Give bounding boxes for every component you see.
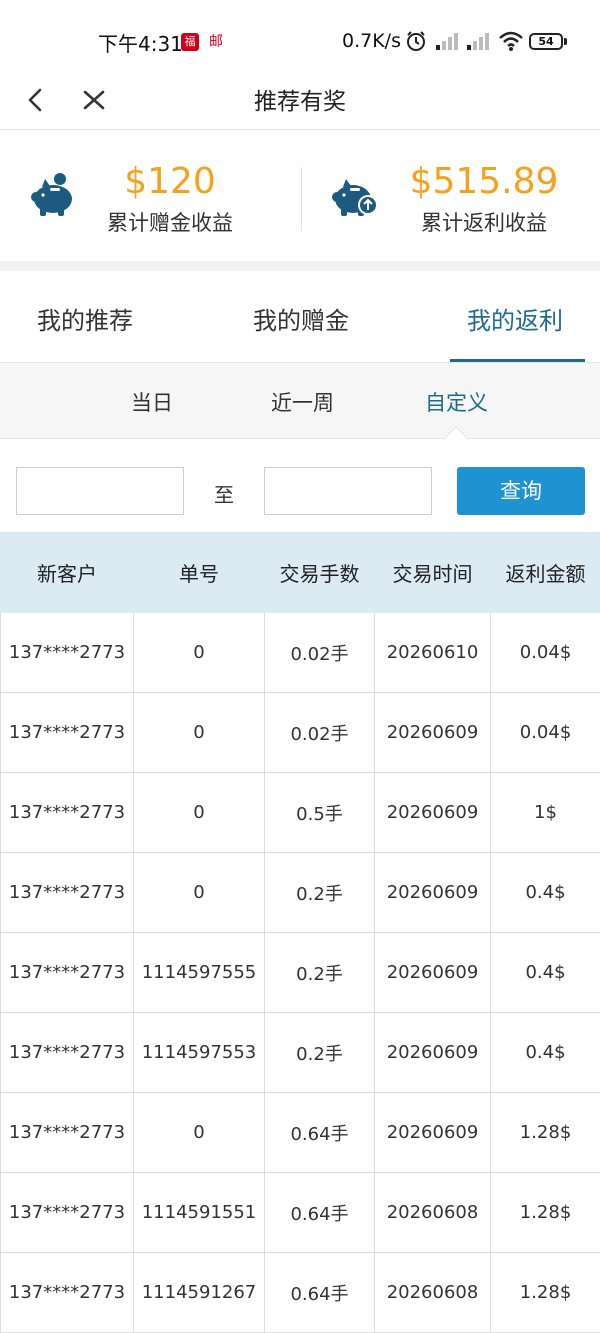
cell-client: 137****2773 [0, 1172, 134, 1253]
cell-order-no: 0 [133, 852, 265, 933]
cell-trade-time: 20260609 [374, 1012, 491, 1093]
rebate-table: 新客户 单号 交易手数 交易时间 返利金额 137****2773 0 0.02… [0, 532, 600, 1333]
table-row: 137****2773 1114591267 0.64手 20260608 1.… [0, 1252, 600, 1333]
date-separator: 至 [214, 483, 234, 507]
cell-lots: 0.02手 [264, 692, 375, 773]
tab-bar: 我的推荐 我的赠金 我的返利 [0, 271, 600, 363]
notification-app-icon: 福 [181, 33, 199, 51]
end-date-input[interactable] [264, 467, 432, 515]
cell-order-no: 1114591267 [133, 1252, 265, 1333]
cell-order-no: 1114597555 [133, 932, 265, 1013]
period-custom[interactable]: 自定义 [425, 387, 488, 417]
alarm-icon [407, 31, 425, 51]
table-row: 137****2773 1114591551 0.64手 20260608 1.… [0, 1172, 600, 1253]
cell-lots: 0.2手 [264, 852, 375, 933]
cell-trade-time: 20260610 [374, 612, 491, 693]
cell-client: 137****2773 [0, 1012, 134, 1093]
query-button[interactable]: 查询 [457, 467, 585, 515]
table-header-row: 新客户 单号 交易手数 交易时间 返利金额 [0, 532, 600, 613]
tab-my-rebates[interactable]: 我的返利 [467, 301, 563, 336]
cell-trade-time: 20260609 [374, 1092, 491, 1173]
cell-rebate: 1.28$ [490, 1172, 600, 1253]
app-header: 推荐有奖 [0, 70, 600, 130]
period-today[interactable]: 当日 [131, 387, 173, 417]
cell-rebate: 0.04$ [490, 612, 600, 693]
tab-my-referrals[interactable]: 我的推荐 [37, 301, 133, 336]
table-row: 137****2773 0 0.02手 20260610 0.04$ [0, 612, 600, 693]
page-title: 推荐有奖 [254, 89, 346, 115]
battery-icon: 54 [529, 33, 563, 50]
cell-rebate: 1.28$ [490, 1092, 600, 1173]
piggy-bank-icon [31, 173, 72, 216]
cell-lots: 0.2手 [264, 932, 375, 1013]
tab-my-gifts[interactable]: 我的赠金 [253, 301, 349, 336]
cell-rebate: 0.4$ [490, 852, 600, 933]
active-tab-indicator [450, 359, 585, 362]
cell-rebate: 0.4$ [490, 1012, 600, 1093]
start-date-input[interactable] [16, 467, 184, 515]
col-header-rebate-amount: 返利金额 [490, 532, 600, 613]
period-filter: 当日 近一周 自定义 [0, 363, 600, 452]
gift-earnings-card: $120 累计赠金收益 [0, 131, 300, 261]
cell-rebate: 0.4$ [490, 932, 600, 1013]
cell-trade-time: 20260608 [374, 1252, 491, 1333]
table-row: 137****2773 0 0.2手 20260609 0.4$ [0, 852, 600, 933]
status-bar: 下午4:31 福 邮 0.7K/s 54 [0, 0, 600, 70]
cell-trade-time: 20260609 [374, 932, 491, 1013]
signal-icon [436, 33, 458, 50]
cell-rebate: 1$ [490, 772, 600, 853]
cell-rebate: 0.04$ [490, 692, 600, 773]
rebate-earnings-card: $515.89 累计返利收益 [300, 131, 600, 261]
cell-trade-time: 20260608 [374, 1172, 491, 1253]
cell-client: 137****2773 [0, 612, 134, 693]
cell-trade-time: 20260609 [374, 692, 491, 773]
cell-rebate: 1.28$ [490, 1252, 600, 1333]
gift-earnings-label: 累计赠金收益 [107, 211, 233, 235]
cell-order-no: 0 [133, 772, 265, 853]
cell-client: 137****2773 [0, 932, 134, 1013]
cell-lots: 0.64手 [264, 1172, 375, 1253]
earnings-summary: $120 累计赠金收益 $515.89 累计返利收益 [0, 131, 600, 261]
cell-order-no: 0 [133, 692, 265, 773]
wifi-icon [499, 31, 523, 51]
cell-trade-time: 20260609 [374, 772, 491, 853]
cell-order-no: 0 [133, 1092, 265, 1173]
cell-trade-time: 20260609 [374, 852, 491, 933]
table-row: 137****2773 0 0.02手 20260609 0.04$ [0, 692, 600, 773]
table-row: 137****2773 1114597553 0.2手 20260609 0.4… [0, 1012, 600, 1093]
date-range-row: 至 查询 [0, 440, 600, 532]
cell-lots: 0.5手 [264, 772, 375, 853]
cell-client: 137****2773 [0, 772, 134, 853]
rebate-earnings-amount: $515.89 [409, 161, 559, 202]
notification-mail-icon: 邮 [209, 34, 223, 50]
piggy-bank-up-icon [332, 179, 378, 216]
cell-client: 137****2773 [0, 692, 134, 773]
col-header-trade-time: 交易时间 [374, 532, 491, 613]
cell-order-no: 0 [133, 612, 265, 693]
signal-icon [467, 33, 489, 50]
battery-tip [564, 38, 567, 45]
network-speed: 0.7K/s [342, 30, 401, 52]
cell-client: 137****2773 [0, 1252, 134, 1333]
cell-lots: 0.2手 [264, 1012, 375, 1093]
section-separator [0, 261, 600, 271]
table-row: 137****2773 0 0.64手 20260609 1.28$ [0, 1092, 600, 1173]
col-header-new-client: 新客户 [0, 532, 134, 613]
col-header-order-no: 单号 [133, 532, 265, 613]
table-row: 137****2773 1114597555 0.2手 20260609 0.4… [0, 932, 600, 1013]
cell-order-no: 1114597553 [133, 1012, 265, 1093]
cell-lots: 0.02手 [264, 612, 375, 693]
cell-client: 137****2773 [0, 852, 134, 933]
cell-lots: 0.64手 [264, 1252, 375, 1333]
rebate-earnings-label: 累计返利收益 [421, 211, 547, 235]
status-time: 下午4:31 [98, 32, 183, 56]
cell-client: 137****2773 [0, 1092, 134, 1173]
cell-order-no: 1114591551 [133, 1172, 265, 1253]
rebate-table-grid: 新客户 单号 交易手数 交易时间 返利金额 137****2773 0 0.02… [0, 532, 600, 1333]
gift-earnings-amount: $120 [124, 161, 216, 202]
cell-lots: 0.64手 [264, 1092, 375, 1173]
table-row: 137****2773 0 0.5手 20260609 1$ [0, 772, 600, 853]
col-header-lots: 交易手数 [264, 532, 375, 613]
period-week[interactable]: 近一周 [271, 387, 334, 417]
